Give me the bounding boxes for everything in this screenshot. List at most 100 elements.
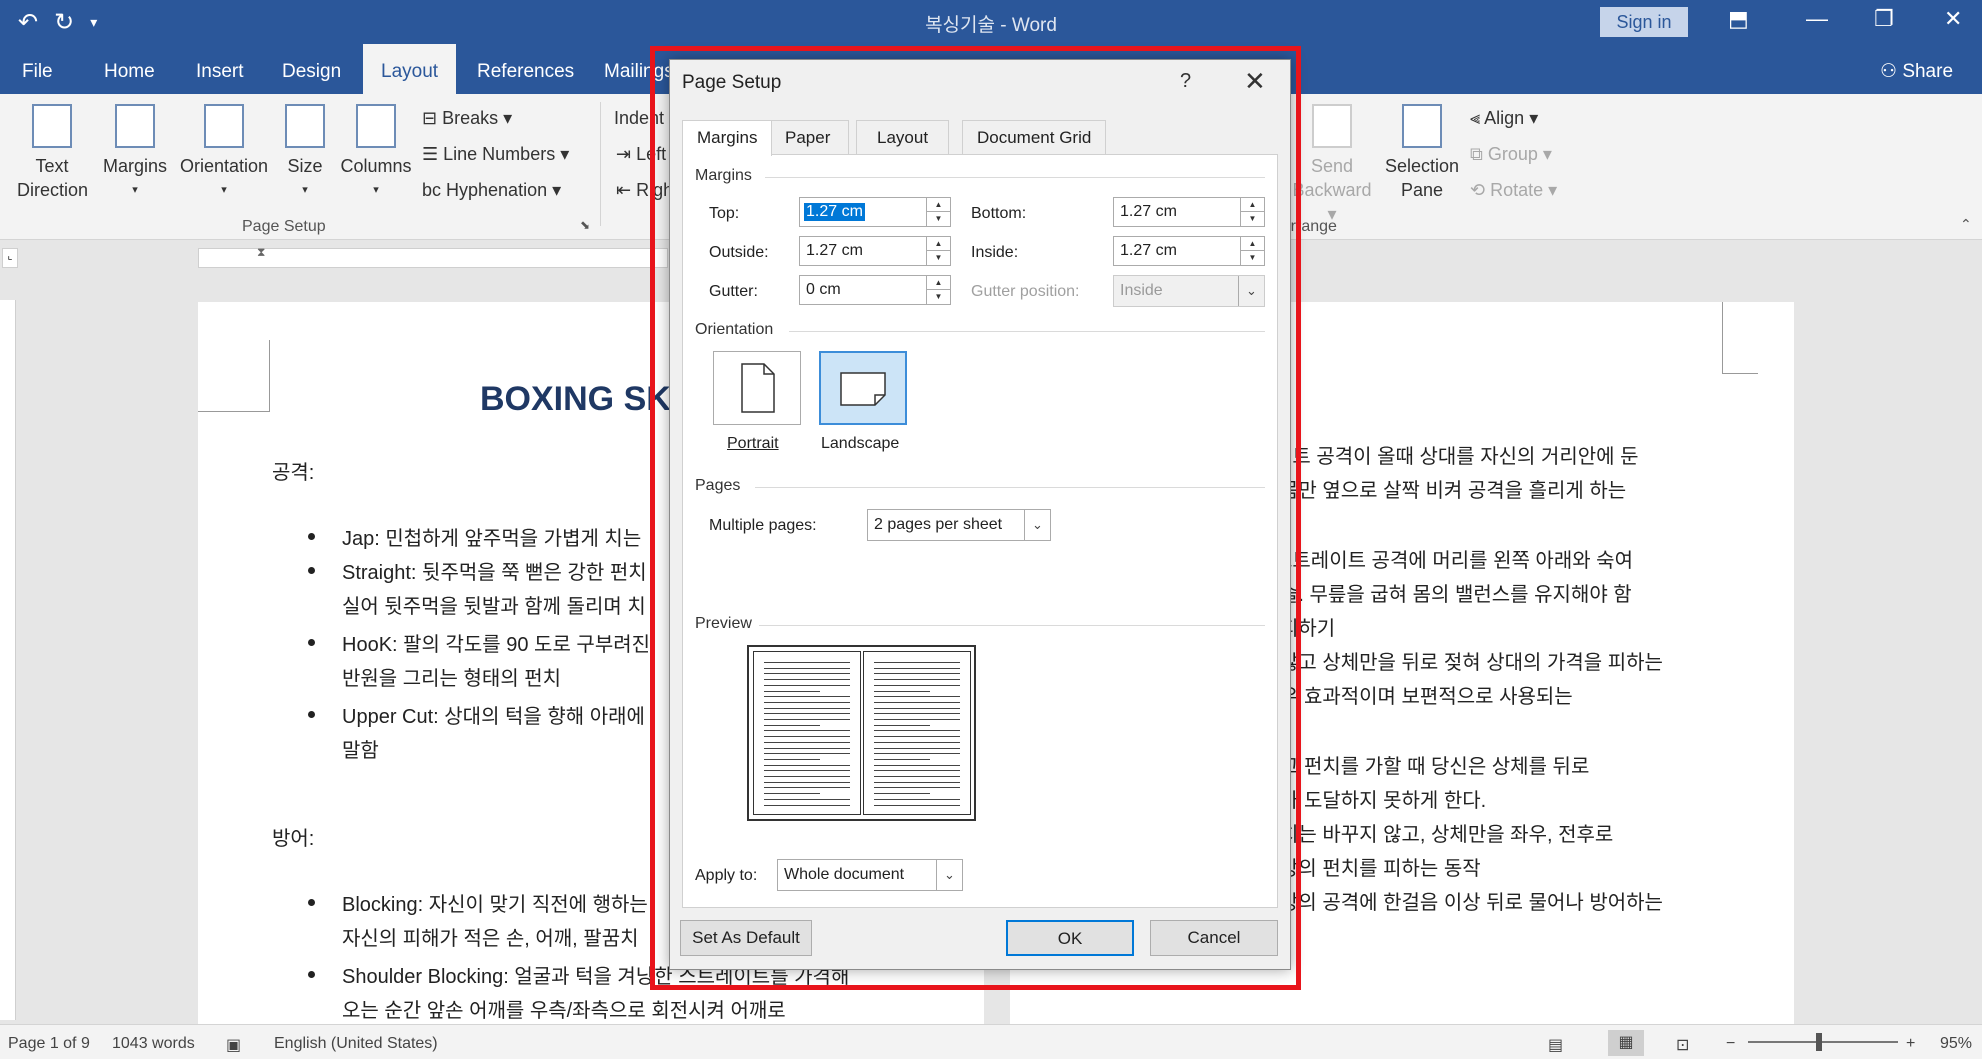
outside-margin-value[interactable]: 1.27 cm bbox=[804, 242, 865, 260]
portrait-label[interactable]: Portrait bbox=[727, 435, 779, 453]
proofing-icon[interactable]: ▣ bbox=[226, 1035, 241, 1055]
spin-up-icon[interactable]: ▲ bbox=[927, 237, 950, 251]
bottom-margin-value[interactable]: 1.27 cm bbox=[1118, 203, 1179, 221]
restore-icon[interactable]: ❐ bbox=[1874, 6, 1894, 32]
text-direction-button[interactable]: Text Direction bbox=[4, 104, 100, 202]
document-heading: BOXING SKI bbox=[480, 380, 681, 418]
close-icon[interactable]: ✕ bbox=[1244, 66, 1266, 97]
gutter-position-select[interactable]: Inside ⌄ bbox=[1113, 275, 1265, 307]
align-button[interactable]: ⫷ Align ▾ bbox=[1470, 108, 1538, 129]
close-window-icon[interactable]: ✕ bbox=[1944, 6, 1962, 32]
ribbon-display-options-icon[interactable]: ⬒ bbox=[1728, 6, 1749, 32]
defense-label: 방어: bbox=[272, 828, 315, 850]
tab-selector-icon[interactable]: ⌞ bbox=[2, 248, 18, 268]
horizontal-ruler[interactable]: ⧗ bbox=[198, 245, 668, 268]
zoom-slider[interactable] bbox=[1748, 1041, 1898, 1043]
tab-dialog-layout[interactable]: Layout bbox=[856, 120, 950, 154]
columns-icon bbox=[356, 104, 396, 148]
cancel-button[interactable]: Cancel bbox=[1150, 920, 1278, 956]
sign-in-button[interactable]: Sign in bbox=[1600, 7, 1688, 37]
orientation-icon bbox=[204, 104, 244, 148]
spin-down-icon[interactable]: ▼ bbox=[927, 212, 950, 226]
share-icon: ⚇ bbox=[1880, 61, 1903, 82]
top-margin-stepper[interactable]: 1.27 cm ▲ ▼ bbox=[799, 197, 951, 227]
read-mode-icon[interactable]: ▤ bbox=[1548, 1035, 1563, 1055]
spin-down-icon[interactable]: ▼ bbox=[927, 251, 950, 265]
selection-pane-button[interactable]: Selection Pane bbox=[1380, 104, 1464, 202]
send-backward-button[interactable]: Send Backward ▾ bbox=[1292, 104, 1372, 226]
list-item: Straight: 뒷주먹을 쭉 뻗은 강한 펀치 bbox=[342, 562, 647, 584]
spin-up-icon[interactable]: ▲ bbox=[927, 198, 950, 212]
tab-margins[interactable]: Margins bbox=[682, 120, 773, 156]
outside-margin-stepper[interactable]: 1.27 cm ▲ ▼ bbox=[799, 236, 951, 266]
vertical-ruler[interactable] bbox=[0, 300, 16, 1020]
landscape-label[interactable]: Landscape bbox=[821, 435, 899, 453]
preview-text-line bbox=[874, 764, 960, 766]
gutter-value[interactable]: 0 cm bbox=[804, 281, 843, 299]
portrait-option[interactable] bbox=[713, 351, 801, 425]
collapse-ribbon-icon[interactable]: ⌃ bbox=[1960, 216, 1972, 233]
zoom-slider-thumb[interactable] bbox=[1816, 1033, 1822, 1051]
attack-label: 공격: bbox=[272, 462, 315, 484]
tab-file[interactable]: File bbox=[4, 44, 71, 94]
line-numbers-button[interactable]: ☰ Line Numbers ▾ bbox=[422, 144, 569, 165]
indent-left-field[interactable]: ⇥ Left bbox=[616, 144, 666, 165]
hyphenation-button[interactable]: bc Hyphenation ▾ bbox=[422, 180, 561, 201]
set-as-default-button[interactable]: Set As Default bbox=[680, 920, 812, 956]
spin-up-icon[interactable]: ▲ bbox=[1241, 237, 1264, 251]
share-button[interactable]: ⚇ Share bbox=[1880, 44, 1953, 94]
list-item: 오는 순간 앞손 어깨를 우측/좌측으로 회전시켜 어깨로 bbox=[342, 1000, 786, 1022]
minimize-icon[interactable]: — bbox=[1806, 6, 1828, 32]
orientation-button[interactable]: Orientation ▾ bbox=[174, 104, 274, 202]
indent-marker-icon[interactable]: ⧗ bbox=[257, 245, 265, 260]
landscape-option[interactable] bbox=[819, 351, 907, 425]
tab-document-grid[interactable]: Document Grid bbox=[962, 120, 1107, 154]
top-margin-value[interactable]: 1.27 cm bbox=[804, 203, 865, 221]
rotate-button[interactable]: ⟲ Rotate ▾ bbox=[1470, 180, 1557, 201]
tab-design[interactable]: Design bbox=[264, 44, 359, 94]
preview-text-line bbox=[764, 758, 820, 760]
zoom-level[interactable]: 95% bbox=[1940, 1035, 1972, 1053]
preview-text-line bbox=[764, 781, 850, 783]
spin-down-icon[interactable]: ▼ bbox=[1241, 251, 1264, 265]
web-layout-icon[interactable]: ⊡ bbox=[1676, 1035, 1689, 1055]
columns-button[interactable]: Columns ▾ bbox=[336, 104, 416, 202]
page-count[interactable]: Page 1 of 9 bbox=[8, 1035, 90, 1053]
spin-up-icon[interactable]: ▲ bbox=[1241, 198, 1264, 212]
spin-up-icon[interactable]: ▲ bbox=[927, 276, 950, 290]
breaks-button[interactable]: ⊟ Breaks ▾ bbox=[422, 108, 512, 129]
preview-text-line bbox=[874, 798, 960, 800]
group-button[interactable]: ⧉ Group ▾ bbox=[1470, 144, 1552, 165]
chevron-down-icon: ▾ bbox=[132, 184, 138, 196]
rotate-icon: ⟲ bbox=[1470, 180, 1491, 200]
tab-home[interactable]: Home bbox=[86, 44, 173, 94]
size-button[interactable]: Size ▾ bbox=[280, 104, 330, 202]
spin-down-icon[interactable]: ▼ bbox=[927, 290, 950, 304]
inside-margin-stepper[interactable]: 1.27 cm ▲ ▼ bbox=[1113, 236, 1265, 266]
preview-text-line bbox=[764, 753, 850, 755]
zoom-in-icon[interactable]: + bbox=[1906, 1035, 1915, 1053]
preview-text-line bbox=[874, 713, 960, 715]
multiple-pages-select[interactable]: 2 pages per sheet ⌄ bbox=[867, 509, 1051, 541]
help-icon[interactable]: ? bbox=[1180, 70, 1191, 93]
word-count[interactable]: 1043 words bbox=[112, 1035, 195, 1053]
page-setup-launcher-icon[interactable]: ⬊ bbox=[580, 218, 590, 232]
zoom-out-icon[interactable]: − bbox=[1726, 1035, 1735, 1053]
bottom-margin-stepper[interactable]: 1.27 cm ▲ ▼ bbox=[1113, 197, 1265, 227]
preview-text-line bbox=[764, 667, 850, 669]
list-item: 말함 bbox=[342, 740, 379, 762]
tab-layout[interactable]: Layout bbox=[363, 44, 457, 94]
tab-paper[interactable]: Paper bbox=[766, 120, 850, 154]
margins-button[interactable]: Margins ▾ bbox=[98, 104, 172, 202]
apply-to-select[interactable]: Whole document ⌄ bbox=[777, 859, 963, 891]
tab-references[interactable]: References bbox=[459, 44, 592, 94]
margins-section-label: Margins bbox=[695, 167, 752, 184]
gutter-stepper[interactable]: 0 cm ▲ ▼ bbox=[799, 275, 951, 305]
inside-margin-value[interactable]: 1.27 cm bbox=[1118, 242, 1179, 260]
language-indicator[interactable]: English (United States) bbox=[274, 1035, 438, 1053]
print-layout-icon[interactable]: ▦ bbox=[1608, 1030, 1644, 1056]
tab-insert[interactable]: Insert bbox=[178, 44, 262, 94]
multiple-pages-label: Multiple pages: bbox=[709, 517, 817, 534]
spin-down-icon[interactable]: ▼ bbox=[1241, 212, 1264, 226]
ok-button[interactable]: OK bbox=[1006, 920, 1134, 956]
